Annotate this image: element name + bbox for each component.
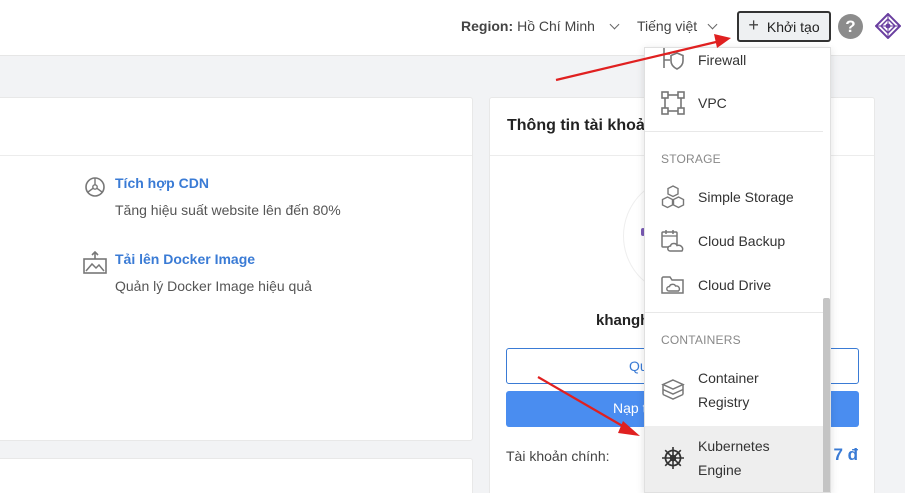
menu-item-label: Kubernetes bbox=[698, 438, 770, 454]
menu-item-container-registry[interactable]: Container Registry bbox=[645, 366, 823, 414]
menu-divider bbox=[645, 131, 823, 132]
chevron-down-icon bbox=[609, 19, 620, 29]
menu-item-label: VPC bbox=[698, 95, 727, 111]
region-value: Hồ Chí Minh bbox=[517, 18, 595, 34]
cubes-icon bbox=[661, 185, 685, 209]
containers-section-heading: CONTAINERS bbox=[661, 333, 741, 347]
feature-title[interactable]: Tích hợp CDN bbox=[115, 175, 209, 191]
create-button-label: Khởi tạo bbox=[766, 18, 820, 35]
feature-title[interactable]: Tải lên Docker Image bbox=[115, 251, 255, 267]
secondary-card bbox=[0, 458, 473, 493]
services-card: Tích hợp CDN Tăng hiệu suất website lên … bbox=[0, 97, 473, 441]
menu-item-label: Cloud Backup bbox=[698, 233, 786, 249]
cloud-backup-icon bbox=[661, 230, 684, 252]
layers-icon bbox=[661, 379, 685, 400]
create-button[interactable]: + Khởi tạo bbox=[737, 11, 831, 42]
menu-item-firewall[interactable]: Firewall bbox=[645, 48, 823, 72]
cdn-icon bbox=[85, 177, 105, 197]
main-account-label: Tài khoản chính: bbox=[506, 448, 610, 464]
language-selector[interactable]: Tiếng việt bbox=[637, 18, 718, 34]
menu-item-label: Simple Storage bbox=[698, 189, 794, 205]
help-icon[interactable]: ? bbox=[838, 14, 863, 39]
plus-icon: + bbox=[748, 15, 759, 35]
username: khangh bbox=[596, 312, 650, 329]
menu-item-cloud-drive[interactable]: Cloud Drive bbox=[645, 273, 823, 297]
menu-item-simple-storage[interactable]: Simple Storage bbox=[645, 185, 823, 209]
helm-icon bbox=[662, 447, 684, 469]
menu-item-vpc[interactable]: VPC bbox=[645, 91, 823, 115]
cloud-drive-icon bbox=[661, 276, 684, 294]
brand-logo-icon[interactable] bbox=[875, 13, 901, 39]
firewall-icon bbox=[663, 48, 684, 70]
region-label: Region: bbox=[461, 18, 514, 34]
language-value: Tiếng việt bbox=[637, 18, 698, 34]
menu-item-label: Registry bbox=[698, 394, 750, 410]
main-account-balance: 7 đ bbox=[833, 445, 858, 464]
services-card-header bbox=[0, 98, 472, 156]
menu-item-label: Firewall bbox=[698, 52, 747, 68]
create-dropdown-menu: Firewall VPC STORAGE Simple Storage Clou bbox=[644, 47, 831, 493]
chevron-down-icon bbox=[707, 19, 718, 29]
menu-item-cloud-backup[interactable]: Cloud Backup bbox=[645, 229, 823, 253]
vpc-icon bbox=[661, 91, 685, 115]
menu-item-label: Container bbox=[698, 370, 759, 386]
storage-section-heading: STORAGE bbox=[661, 152, 721, 166]
upload-image-icon bbox=[83, 251, 107, 274]
region-selector[interactable]: Region: Hồ Chí Minh bbox=[461, 18, 620, 34]
feature-description: Tăng hiệu suất website lên đến 80% bbox=[115, 202, 341, 218]
menu-item-label: Engine bbox=[698, 462, 742, 478]
feature-description: Quản lý Docker Image hiệu quả bbox=[115, 278, 312, 294]
menu-divider bbox=[645, 312, 823, 313]
menu-scrollbar-thumb[interactable] bbox=[823, 298, 830, 492]
menu-item-label: Cloud Drive bbox=[698, 277, 772, 293]
menu-item-kubernetes-engine[interactable]: Kubernetes Engine bbox=[645, 434, 823, 482]
